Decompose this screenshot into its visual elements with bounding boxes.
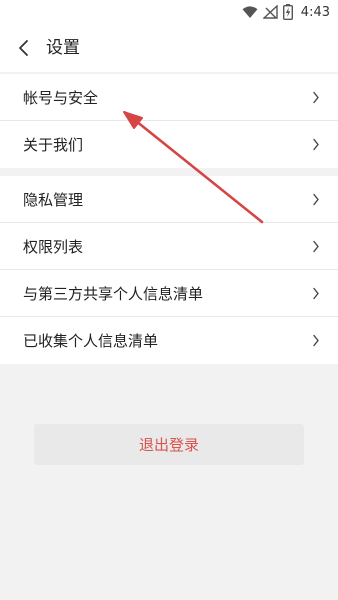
settings-item-third-party-sharing[interactable]: 与第三方共享个人信息清单 (0, 270, 338, 317)
logout-button[interactable]: 退出登录 (34, 424, 304, 465)
battery-charging-icon (282, 4, 293, 20)
logout-label: 退出登录 (138, 436, 199, 454)
status-bar: 4:43 (0, 0, 338, 24)
back-chevron-icon[interactable] (14, 38, 34, 58)
header: 设置 (0, 24, 338, 72)
chevron-right-icon (313, 240, 319, 253)
chevron-right-icon (313, 193, 319, 206)
settings-item-label: 与第三方共享个人信息清单 (23, 284, 204, 303)
status-time: 4:43 (300, 4, 330, 20)
settings-item-permission-list[interactable]: 权限列表 (0, 223, 338, 270)
page-title: 设置 (46, 38, 80, 58)
status-icons: 4:43 (242, 3, 330, 21)
chevron-right-icon (313, 334, 319, 347)
settings-item-privacy-management[interactable]: 隐私管理 (0, 176, 338, 223)
settings-screen: 4:43 设置 帐号与安全 关于我们 隐私管理 权限列表 与第三方共享个人信息清… (0, 0, 338, 600)
settings-item-label: 权限列表 (23, 237, 84, 256)
no-signal-icon (262, 5, 278, 19)
wifi-icon (242, 5, 258, 18)
settings-item-label: 隐私管理 (23, 190, 84, 209)
settings-item-collected-info[interactable]: 已收集个人信息清单 (0, 317, 338, 364)
chevron-right-icon (313, 287, 319, 300)
settings-item-about-us[interactable]: 关于我们 (0, 121, 338, 168)
settings-item-account-security[interactable]: 帐号与安全 (0, 74, 338, 121)
chevron-right-icon (313, 138, 319, 151)
settings-group-account: 帐号与安全 关于我们 (0, 74, 338, 168)
chevron-right-icon (313, 91, 319, 104)
settings-item-label: 已收集个人信息清单 (23, 332, 159, 350)
settings-item-label: 帐号与安全 (23, 88, 99, 107)
settings-item-label: 关于我们 (23, 136, 84, 154)
settings-group-privacy: 隐私管理 权限列表 与第三方共享个人信息清单 已收集个人信息清单 (0, 176, 338, 364)
